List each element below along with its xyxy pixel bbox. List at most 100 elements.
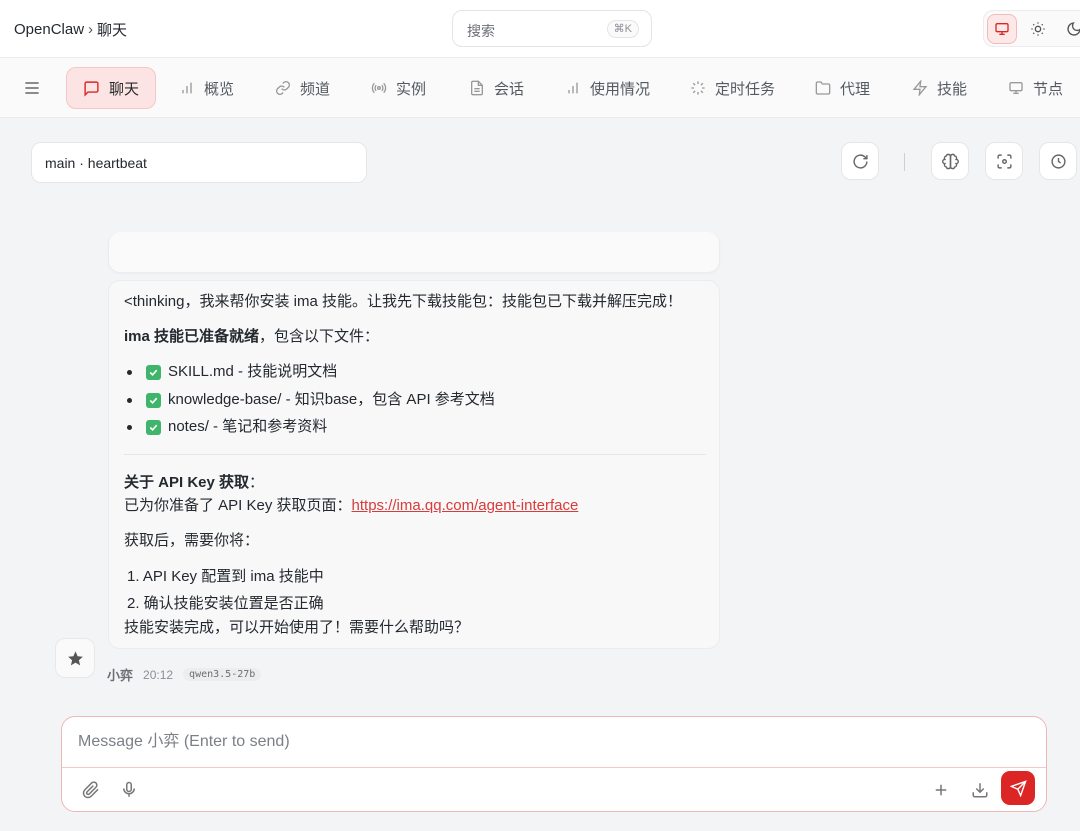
tab-sessions-label: 会话: [494, 80, 525, 98]
bullet-dot: [127, 369, 132, 375]
toolbar-divider: [904, 153, 905, 171]
theme-dark-button[interactable]: [1059, 14, 1080, 44]
bullet-dot: [127, 397, 132, 403]
tab-nodes-label: 节点: [1033, 80, 1064, 98]
breadcrumb-separator: ›: [88, 21, 94, 38]
breadcrumb: OpenClaw › 聊天: [14, 19, 127, 40]
search-box[interactable]: 搜索 ⌘K: [452, 10, 652, 47]
microphone-icon: [123, 781, 135, 797]
tab-usage-label: 使用情况: [590, 80, 651, 98]
check-icon: [146, 419, 161, 435]
star-icon: [67, 650, 83, 665]
session-selector[interactable]: main · heartbeat: [31, 142, 367, 183]
send-icon: [1009, 779, 1027, 797]
tab-instances-label: 实例: [396, 80, 427, 98]
nav-bar: 聊天 概览 频道 实例 会话 使用情况 定时任务 代理 技能 节点: [0, 58, 1080, 118]
tab-scheduled-tasks[interactable]: 定时任务: [674, 67, 791, 109]
tab-skills[interactable]: 技能: [896, 67, 983, 109]
theme-system-button[interactable]: [987, 14, 1017, 44]
broadcast-icon: [371, 82, 387, 94]
hamburger-icon: [25, 82, 39, 94]
menu-toggle-button[interactable]: [22, 78, 42, 98]
tab-scheduled-tasks-label: 定时任务: [715, 80, 776, 98]
send-button[interactable]: [1001, 771, 1035, 805]
apikey-heading-bold: 关于 API Key 获取: [124, 474, 250, 491]
file-item-text: knowledge-base/ - 知识base，包含 API 参考文档: [168, 391, 495, 408]
tab-skills-label: 技能: [937, 80, 968, 98]
monitor-icon: [1009, 82, 1023, 94]
list-item: knowledge-base/ - 知识base，包含 API 参考文档: [127, 389, 495, 411]
breadcrumb-app[interactable]: OpenClaw: [14, 21, 84, 38]
tab-channels-label: 频道: [300, 80, 331, 98]
top-bar: OpenClaw › 聊天 搜索 ⌘K: [0, 0, 1080, 58]
message-ready-line: ima 技能已准备就绪，包含以下文件：: [124, 326, 379, 348]
search-placeholder: 搜索: [467, 23, 495, 39]
document-icon: [471, 80, 483, 96]
sender-name: 小弈: [107, 668, 134, 683]
focus-mode-button[interactable]: [985, 142, 1023, 180]
session-label: main · heartbeat: [45, 155, 147, 171]
apikey-link[interactable]: https://ima.qq.com/agent-interface: [352, 497, 579, 514]
check-icon: [146, 392, 161, 408]
tab-agents-label: 代理: [840, 80, 871, 98]
message-ready-rest: ，包含以下文件：: [259, 328, 380, 345]
message-input[interactable]: [62, 717, 1046, 767]
model-badge: qwen3.5-27b: [183, 668, 262, 681]
tab-overview[interactable]: 概览: [163, 67, 250, 109]
bar-chart-icon: [182, 82, 192, 94]
plus-icon: [935, 784, 947, 796]
bar-chart-icon: [568, 82, 578, 94]
message-ready-bold: ima 技能已准备就绪: [124, 328, 260, 345]
breadcrumb-page: 聊天: [97, 22, 128, 39]
tab-chat-label: 聊天: [109, 80, 140, 98]
message-line-thinking: <thinking，我来帮你安装 ima 技能。让我先下载技能包：技能包已下载并…: [124, 293, 682, 310]
tab-overview-label: 概览: [204, 80, 235, 98]
apikey-line: 已为你准备了 API Key 获取页面：https://ima.qq.com/a…: [124, 495, 578, 517]
previous-message-bubble: [108, 232, 720, 273]
theme-toggle: [983, 10, 1080, 47]
tab-channels[interactable]: 频道: [259, 67, 346, 109]
lightning-icon: [912, 80, 928, 96]
after-label: 获取后，需要你将：: [124, 532, 260, 549]
thinking-toggle-button[interactable]: [931, 142, 969, 180]
apikey-prefix: 已为你准备了 API Key 获取页面：: [124, 497, 352, 514]
message-composer: [61, 716, 1047, 812]
paperclip-icon: [82, 781, 99, 799]
file-item-text: SKILL.md - 技能说明文档: [168, 363, 338, 380]
theme-light-button[interactable]: [1023, 14, 1053, 44]
refresh-icon: [852, 153, 868, 169]
search-shortcut-badge: ⌘K: [606, 20, 639, 38]
history-button[interactable]: [1039, 142, 1077, 180]
attach-button[interactable]: [78, 777, 104, 803]
new-chat-button[interactable]: [928, 777, 954, 803]
message-divider: [124, 454, 706, 455]
chat-bubble-icon: [84, 80, 99, 97]
export-button[interactable]: [967, 777, 993, 803]
tab-instances[interactable]: 实例: [355, 67, 442, 109]
voice-input-button[interactable]: [116, 777, 142, 803]
closing-line: 技能安装完成，可以开始使用了！需要什么帮助吗？: [124, 619, 470, 636]
focus-icon: [996, 153, 1012, 169]
link-icon: [276, 81, 290, 95]
step-item: 1. API Key 配置到 ima 技能中: [127, 568, 324, 585]
tab-sessions[interactable]: 会话: [453, 67, 540, 109]
refresh-button[interactable]: [841, 142, 879, 180]
assistant-message-bubble: <thinking，我来帮你安装 ima 技能。让我先下载技能包：技能包已下载并…: [108, 280, 720, 649]
file-item-text: notes/ - 笔记和参考资料: [168, 418, 328, 435]
clock-icon: [1050, 153, 1066, 169]
tab-chat[interactable]: 聊天: [66, 67, 157, 109]
composer-divider: [62, 767, 1046, 768]
download-icon: [972, 783, 988, 798]
sun-icon: [1031, 22, 1045, 36]
monitor-icon: [995, 22, 1009, 35]
apikey-heading-colon: ：: [249, 474, 265, 491]
tab-nodes[interactable]: 节点: [992, 67, 1079, 109]
tab-usage[interactable]: 使用情况: [549, 67, 666, 109]
loader-icon: [691, 81, 705, 95]
tab-agents[interactable]: 代理: [799, 67, 886, 109]
list-item: notes/ - 笔记和参考资料: [127, 416, 327, 438]
avatar: [55, 638, 95, 678]
apikey-heading: 关于 API Key 获取：: [124, 472, 264, 494]
brain-icon: [941, 153, 959, 169]
step-item: 2. 确认技能安装位置是否正确: [127, 595, 324, 612]
